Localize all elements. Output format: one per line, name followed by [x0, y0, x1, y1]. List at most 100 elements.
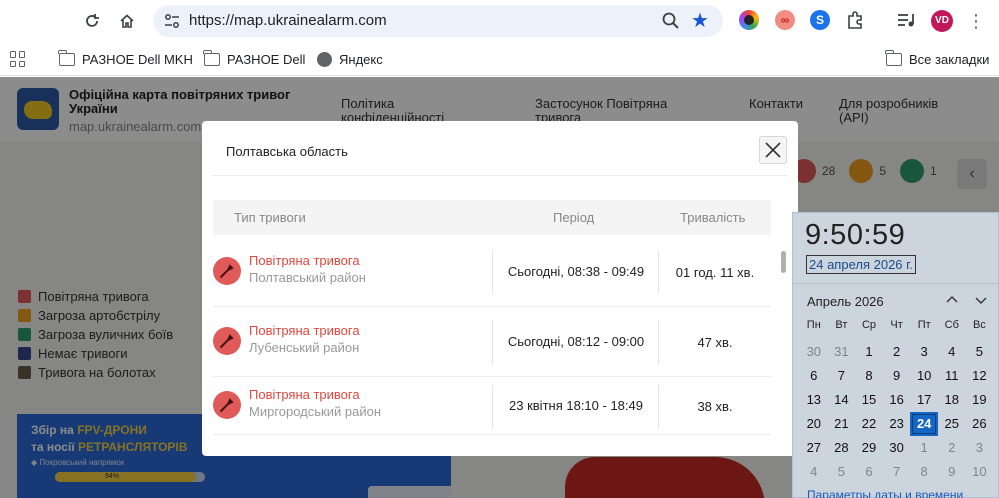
all-bookmarks[interactable]: Все закладки — [885, 49, 989, 68]
rocket-alarm-icon — [213, 391, 241, 419]
bookmark-item[interactable]: РАЗНОЕ Dell — [203, 49, 306, 68]
chevron-down-icon[interactable] — [974, 293, 988, 310]
extensions-puzzle-icon[interactable] — [845, 10, 865, 30]
calendar-day[interactable]: 7 — [828, 364, 856, 388]
calendar-day[interactable]: 28 — [828, 436, 856, 460]
clock-time: 9:50:59 — [805, 219, 906, 251]
calendar-day[interactable]: 7 — [883, 460, 911, 484]
region-history-modal: Полтавська область Тип тривоги Період Тр… — [202, 121, 798, 456]
date-time-settings-link[interactable]: Параметры даты и времени — [807, 488, 963, 498]
browser-menu-icon[interactable]: ⋮ — [966, 9, 986, 33]
calendar-day[interactable]: 27 — [800, 436, 828, 460]
calendar-day[interactable]: 21 — [828, 412, 856, 436]
folder-icon — [58, 49, 75, 66]
column-header-period: Період — [553, 210, 595, 225]
calendar-month-title[interactable]: Апрель 2026 — [807, 294, 884, 309]
calendar-day[interactable]: 2 — [938, 436, 966, 460]
calendar-day[interactable]: 29 — [855, 436, 883, 460]
calendar-day[interactable]: 8 — [910, 460, 938, 484]
alarm-period: Сьогодні, 08:38 - 09:49 — [507, 264, 645, 279]
calendar-day[interactable]: 3 — [966, 436, 994, 460]
calendar-day[interactable]: 6 — [800, 364, 828, 388]
calendar-day[interactable]: 15 — [855, 388, 883, 412]
calendar-day[interactable]: 4 — [938, 340, 966, 364]
calendar-day[interactable]: 30 — [883, 436, 911, 460]
calendar-day[interactable]: 11 — [938, 364, 966, 388]
calendar-day[interactable]: 22 — [855, 412, 883, 436]
calendar-day[interactable]: 12 — [966, 364, 994, 388]
table-row[interactable]: Повітряна тривога Лубенський район Сього… — [213, 307, 771, 377]
calendar-day[interactable]: 26 — [966, 412, 994, 436]
infinity-extension-icon[interactable]: ∞ — [775, 10, 795, 30]
scrollbar-thumb[interactable] — [781, 251, 786, 273]
calendar-day[interactable]: 2 — [883, 340, 911, 364]
weekday-label: Чт — [890, 319, 903, 331]
alarm-duration: 38 хв. — [697, 398, 733, 414]
calendar-day[interactable]: 1 — [910, 436, 938, 460]
calendar-day[interactable]: 10 — [966, 460, 994, 484]
calendar-day[interactable]: 25 — [938, 412, 966, 436]
calendar-day[interactable]: 30 — [800, 340, 828, 364]
address-bar[interactable]: https://map.ukrainealarm.com ★ — [153, 5, 723, 37]
home-icon[interactable] — [115, 9, 139, 33]
rocket-alarm-icon — [213, 257, 241, 285]
calendar-day[interactable]: 31 — [828, 340, 856, 364]
calendar-day[interactable]: 6 — [855, 460, 883, 484]
site-info-icon[interactable] — [163, 12, 181, 30]
table-scrollbar[interactable] — [779, 247, 787, 456]
media-control-icon[interactable] — [896, 10, 916, 30]
calendar-day[interactable]: 16 — [883, 388, 911, 412]
bookmarks-bar: РАЗНОЕ Dell MKH РАЗНОЕ Dell Яндекс Все з… — [0, 42, 999, 76]
alarm-district: Лубенський район — [249, 340, 360, 355]
bookmark-label: РАЗНОЕ Dell — [227, 51, 306, 67]
table-row[interactable]: Повітряна тривога Миргородський район 23… — [213, 377, 771, 435]
cell-divider — [492, 250, 493, 294]
reload-icon[interactable] — [80, 9, 104, 33]
calendar-day[interactable]: 9 — [883, 364, 911, 388]
bookmark-label: Яндекс — [339, 51, 383, 67]
calendar-day[interactable]: 18 — [938, 388, 966, 412]
shazam-extension-icon[interactable]: S — [810, 10, 830, 30]
alarm-period: 23 квітня 18:10 - 18:49 — [509, 398, 643, 413]
calendar-day[interactable]: 19 — [966, 388, 994, 412]
calendar-day[interactable]: 3 — [910, 340, 938, 364]
close-icon[interactable] — [759, 136, 787, 164]
calendar-day[interactable]: 10 — [910, 364, 938, 388]
weekday-label: Ср — [861, 319, 877, 331]
url-text[interactable]: https://map.ukrainealarm.com — [189, 12, 387, 29]
bookmark-label: РАЗНОЕ Dell MKH — [82, 51, 193, 67]
weekday-label: Вт — [835, 319, 848, 331]
rocket-alarm-icon — [213, 327, 241, 355]
table-header: Тип тривоги Період Тривалість — [213, 200, 771, 235]
bookmark-item[interactable]: РАЗНОЕ Dell MKH — [58, 49, 193, 68]
calendar-day[interactable]: 17 — [910, 388, 938, 412]
bookmark-star-icon[interactable]: ★ — [691, 8, 709, 33]
cell-divider — [492, 320, 493, 364]
calendar-day[interactable]: 1 — [855, 340, 883, 364]
alarm-type: Повітряна тривога — [249, 253, 360, 268]
folder-icon — [203, 49, 220, 66]
bookmark-item[interactable]: Яндекс — [317, 50, 383, 68]
browser-toolbar: ← → https://map.ukrainealarm.com ★ ∞ S V… — [0, 0, 999, 498]
calendar-day[interactable]: 5 — [828, 460, 856, 484]
calendar-day[interactable]: 20 — [800, 412, 828, 436]
modal-title: Полтавська область — [226, 144, 348, 159]
calendar-day[interactable]: 14 — [828, 388, 856, 412]
apps-grid-icon[interactable] — [10, 51, 26, 67]
zoom-search-icon[interactable] — [661, 11, 681, 31]
alarm-district: Полтавський район — [249, 270, 366, 285]
profile-avatar[interactable]: VD — [931, 10, 953, 32]
clock-date[interactable]: 24 апреля 2026 г. — [806, 255, 916, 274]
weekday-label: Вс — [972, 319, 986, 331]
calendar-day-today[interactable]: 24 — [910, 412, 938, 436]
calendar-day[interactable]: 9 — [938, 460, 966, 484]
calendar-day[interactable]: 13 — [800, 388, 828, 412]
calendar-day[interactable]: 8 — [855, 364, 883, 388]
color-picker-extension-icon[interactable] — [739, 10, 759, 30]
chevron-up-icon[interactable] — [945, 293, 959, 310]
weekday-label: Сб — [944, 319, 959, 331]
calendar-day[interactable]: 23 — [883, 412, 911, 436]
calendar-day[interactable]: 5 — [966, 340, 994, 364]
calendar-day[interactable]: 4 — [800, 460, 828, 484]
table-row[interactable]: Повітряна тривога Полтавський район Сьог… — [213, 237, 771, 307]
